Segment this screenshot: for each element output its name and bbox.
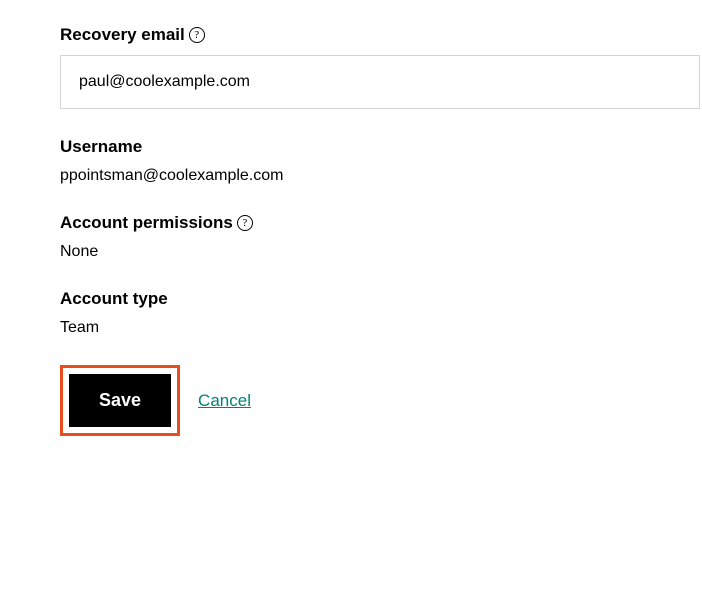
permissions-label-text: Account permissions <box>60 213 233 233</box>
recovery-email-label-text: Recovery email <box>60 25 185 45</box>
account-type-group: Account type Team <box>60 289 702 337</box>
cancel-link[interactable]: Cancel <box>198 391 251 411</box>
recovery-email-input[interactable] <box>60 55 700 109</box>
save-highlight: Save <box>60 365 180 436</box>
username-group: Username ppointsman@coolexample.com <box>60 137 702 185</box>
recovery-email-group: Recovery email ? <box>60 25 702 109</box>
permissions-group: Account permissions ? None <box>60 213 702 261</box>
recovery-email-label: Recovery email ? <box>60 25 205 45</box>
save-button[interactable]: Save <box>69 374 171 427</box>
username-label: Username <box>60 137 142 157</box>
account-type-value: Team <box>60 319 702 337</box>
account-type-label: Account type <box>60 289 168 309</box>
form-actions: Save Cancel <box>60 365 702 436</box>
permissions-label: Account permissions ? <box>60 213 253 233</box>
help-icon[interactable]: ? <box>237 215 253 231</box>
help-icon[interactable]: ? <box>189 27 205 43</box>
permissions-value: None <box>60 243 702 261</box>
username-value: ppointsman@coolexample.com <box>60 167 702 185</box>
